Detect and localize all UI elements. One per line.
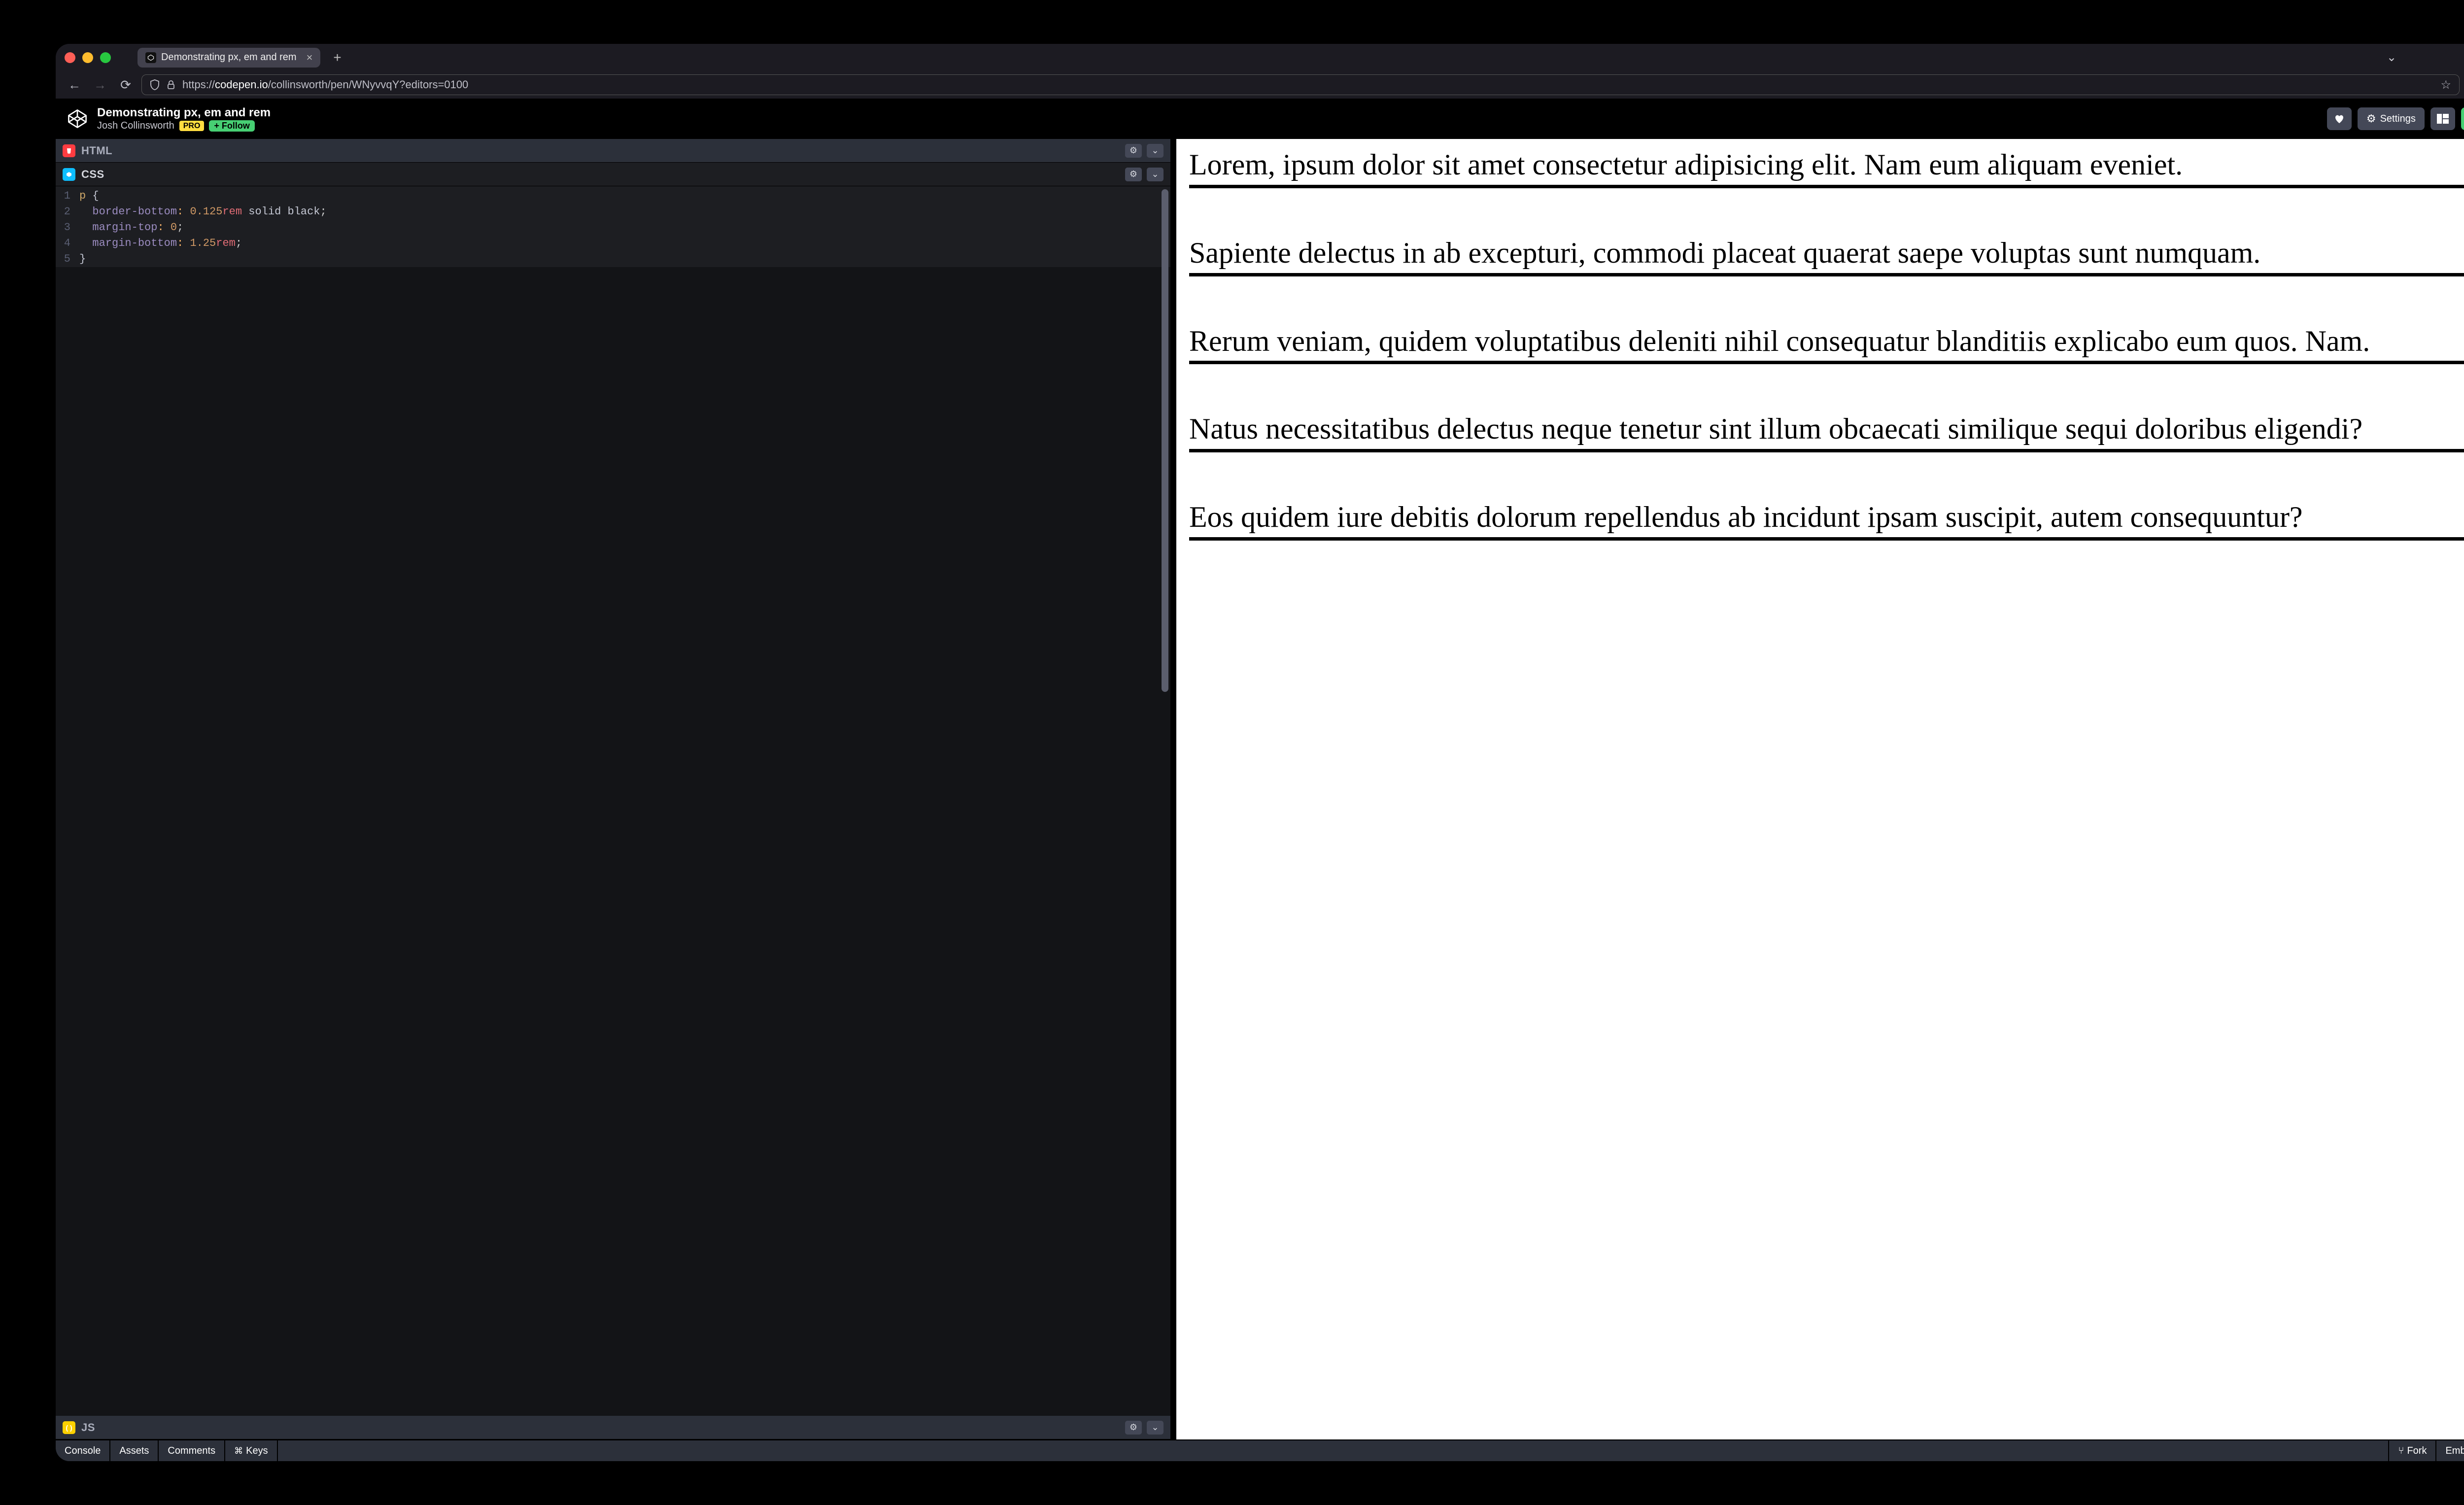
- reload-button[interactable]: ⟳: [116, 75, 136, 95]
- url-bar[interactable]: https://codepen.io/collinsworth/pen/WNyv…: [141, 74, 2460, 95]
- browser-tab[interactable]: Demonstrating px, em and rem ×: [137, 48, 320, 68]
- html-panel-header[interactable]: HTML ⚙ ⌄: [56, 139, 1170, 163]
- shortcuts-button[interactable]: ⌘Keys: [225, 1440, 277, 1461]
- comments-button[interactable]: Comments: [159, 1440, 225, 1461]
- css-editor-body[interactable]: 12345 p { border-bottom: 0.125rem solid …: [56, 186, 1170, 1416]
- js-panel-chevron-down-icon[interactable]: ⌄: [1147, 1421, 1164, 1435]
- line-gutter: 12345: [56, 186, 75, 267]
- forward-button[interactable]: →: [90, 75, 110, 95]
- gear-icon: ⚙: [2366, 112, 2376, 125]
- bookmark-star-icon[interactable]: ☆: [2440, 78, 2451, 92]
- css-panel-settings-icon[interactable]: ⚙: [1125, 168, 1142, 181]
- love-button[interactable]: [2327, 107, 2352, 130]
- app-footer: Console Assets Comments ⌘Keys ⑂Fork Embe…: [56, 1439, 2464, 1461]
- editor-scrollbar[interactable]: [1162, 189, 1168, 692]
- tab-favicon: [145, 52, 156, 63]
- settings-button[interactable]: ⚙ Settings: [2358, 107, 2425, 130]
- heart-icon: [2333, 113, 2345, 124]
- shield-icon[interactable]: [150, 79, 160, 90]
- pen-meta: Demonstrating px, em and rem Josh Collin…: [97, 106, 271, 132]
- signup-button[interactable]: Sign Up: [2461, 107, 2464, 130]
- close-window-button[interactable]: [65, 52, 75, 63]
- minimize-window-button[interactable]: [82, 52, 93, 63]
- new-tab-button[interactable]: +: [333, 50, 341, 66]
- preview-paragraph: Rerum veniam, quidem voluptatibus deleni…: [1189, 322, 2464, 365]
- js-panel-label: JS: [81, 1421, 95, 1434]
- js-panel-header[interactable]: ( ) JS ⚙ ⌄: [56, 1416, 1170, 1439]
- layout-icon: [2436, 113, 2449, 124]
- assets-button[interactable]: Assets: [110, 1440, 159, 1461]
- url-toolbar: ← → ⟳ https://codepen.io/collinsworth/pe…: [56, 71, 2464, 99]
- maximize-window-button[interactable]: [100, 52, 111, 63]
- pen-title: Demonstrating px, em and rem: [97, 106, 271, 120]
- titlebar: Demonstrating px, em and rem × + ⌄ Priva…: [56, 44, 2464, 71]
- url-text: https://codepen.io/collinsworth/pen/WNyv…: [182, 78, 468, 91]
- html-panel-settings-icon[interactable]: ⚙: [1125, 144, 1142, 158]
- preview-paragraph: Sapiente delectus in ab excepturi, commo…: [1189, 234, 2464, 276]
- browser-window: Demonstrating px, em and rem × + ⌄ Priva…: [56, 44, 2464, 1461]
- codepen-app: Demonstrating px, em and rem Josh Collin…: [56, 99, 2464, 1461]
- tabs-dropdown-icon[interactable]: ⌄: [2387, 50, 2396, 65]
- html-panel-label: HTML: [81, 144, 112, 157]
- tab-title: Demonstrating px, em and rem: [161, 52, 297, 63]
- html-panel-chevron-down-icon[interactable]: ⌄: [1147, 144, 1164, 158]
- css-lang-icon: [63, 168, 75, 181]
- preview-pane: Lorem, ipsum dolor sit amet consectetur …: [1176, 139, 2464, 1439]
- embed-button[interactable]: Embed: [2435, 1440, 2464, 1461]
- settings-label: Settings: [2380, 113, 2416, 125]
- follow-button[interactable]: + Follow: [209, 120, 255, 132]
- tab-close-icon[interactable]: ×: [307, 51, 313, 64]
- back-button[interactable]: ←: [65, 75, 84, 95]
- css-panel-label: CSS: [81, 168, 104, 181]
- css-panel-header[interactable]: CSS ⚙ ⌄: [56, 163, 1170, 186]
- pen-author[interactable]: Josh Collinsworth: [97, 120, 174, 132]
- command-icon: ⌘: [234, 1446, 243, 1456]
- js-lang-icon: ( ): [63, 1421, 75, 1434]
- css-code[interactable]: p { border-bottom: 0.125rem solid black;…: [75, 186, 327, 267]
- preview-paragraph: Natus necessitatibus delectus neque tene…: [1189, 410, 2464, 452]
- lock-icon[interactable]: [167, 80, 175, 90]
- codepen-logo-icon[interactable]: [67, 108, 88, 130]
- window-controls: [65, 52, 111, 63]
- preview-paragraph: Lorem, ipsum dolor sit amet consectetur …: [1189, 146, 2464, 188]
- console-button[interactable]: Console: [56, 1440, 110, 1461]
- header-actions: ⚙Settings Sign Up Log In: [2327, 107, 2464, 130]
- fork-icon: ⑂: [2398, 1445, 2404, 1457]
- js-panel-settings-icon[interactable]: ⚙: [1125, 1421, 1142, 1435]
- workspace: HTML ⚙ ⌄ CSS ⚙ ⌄: [56, 139, 2464, 1439]
- css-panel: CSS ⚙ ⌄ 12345 p { border-bottom: 0.125re…: [56, 163, 1170, 1416]
- layout-button[interactable]: [2430, 107, 2455, 130]
- editors-column: HTML ⚙ ⌄ CSS ⚙ ⌄: [56, 139, 1170, 1439]
- preview-content: Lorem, ipsum dolor sit amet consectetur …: [1176, 139, 2464, 541]
- fork-button[interactable]: ⑂Fork: [2388, 1440, 2435, 1461]
- css-panel-chevron-down-icon[interactable]: ⌄: [1147, 168, 1164, 181]
- app-header: Demonstrating px, em and rem Josh Collin…: [56, 99, 2464, 139]
- html-lang-icon: [63, 144, 75, 157]
- preview-paragraph: Eos quidem iure debitis dolorum repellen…: [1189, 498, 2464, 541]
- pro-badge: PRO: [179, 121, 205, 131]
